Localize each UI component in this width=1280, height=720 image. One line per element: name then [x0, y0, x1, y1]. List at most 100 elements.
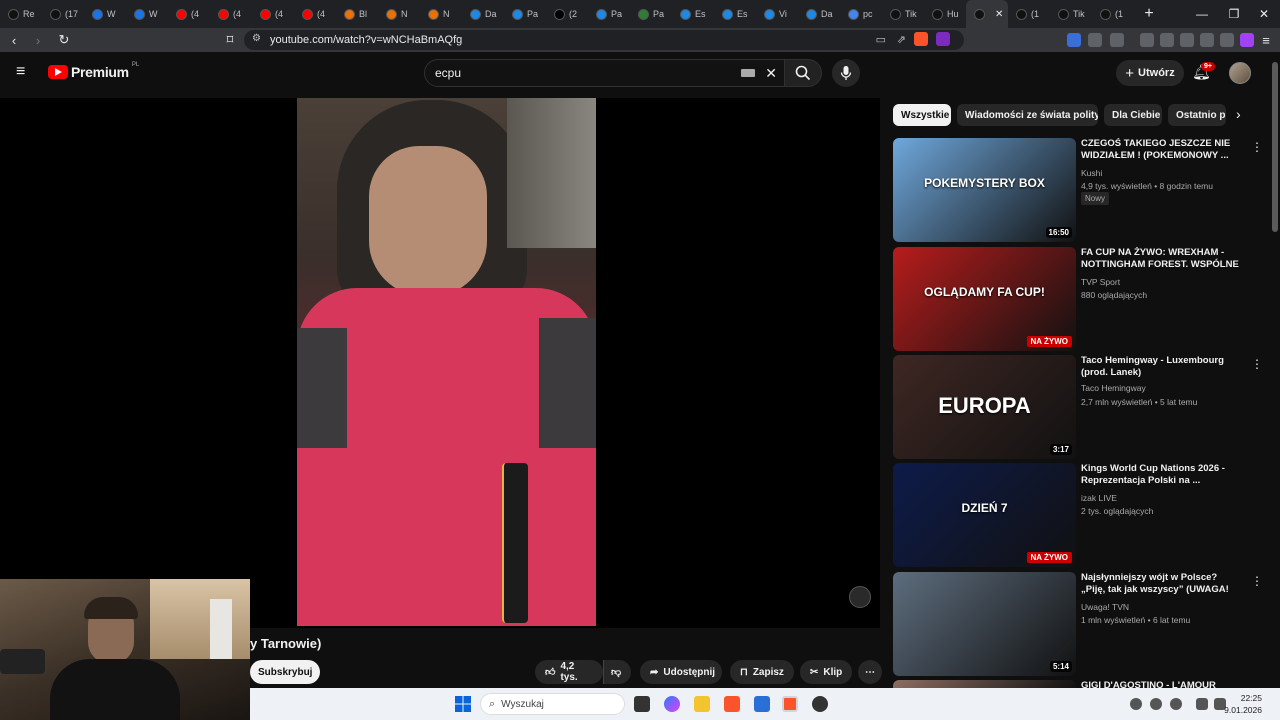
hamburger-icon[interactable]: ≡ — [16, 64, 25, 80]
browser-tab[interactable]: ✕ — [966, 0, 1008, 28]
extension-icon[interactable] — [1067, 33, 1081, 47]
channel-watermark-icon[interactable] — [849, 586, 871, 608]
more-options-icon[interactable]: ⋮ — [1251, 574, 1263, 588]
create-button[interactable]: + Utwórz — [1116, 60, 1184, 86]
address-bar[interactable]: ⚙ youtube.com/watch?v=wNCHaBmAQfg ▭ ⇗ — [244, 30, 964, 50]
tray-app-icon[interactable] — [1150, 698, 1162, 710]
recommendation-title[interactable]: GIGI D'AGOSTINO - L'AMOUR — [1081, 680, 1241, 688]
recommendation-title[interactable]: Kings World Cup Nations 2026 - Reprezent… — [1081, 463, 1241, 487]
brave-browser-icon[interactable] — [724, 696, 740, 712]
browser-tab[interactable]: Pa — [588, 0, 630, 28]
browser-tab[interactable]: Vi — [756, 0, 798, 28]
browser-tab[interactable]: (1 — [1008, 0, 1050, 28]
chip-all[interactable]: Wszystkie — [893, 104, 951, 126]
browser-tab[interactable]: Re — [0, 0, 42, 28]
brave-active-icon[interactable] — [782, 696, 798, 712]
video-thumbnail[interactable] — [893, 680, 1076, 688]
browser-tab[interactable]: W — [126, 0, 168, 28]
video-player[interactable] — [0, 98, 880, 628]
browser-tab[interactable]: Tik — [1050, 0, 1092, 28]
browser-tab[interactable]: (4 — [210, 0, 252, 28]
maximize-button[interactable]: ❐ — [1218, 0, 1250, 28]
channel-name[interactable]: Taco Hemingway — [1081, 383, 1146, 393]
site-info-icon[interactable]: ⚙ — [252, 33, 261, 44]
avatar[interactable] — [1229, 62, 1251, 84]
browser-tab[interactable]: Hu — [924, 0, 966, 28]
recommendation-item[interactable]: 5:14 Najsłynniejszy wójt w Polsce? „Piję,… — [893, 572, 1268, 676]
forward-icon[interactable]: › — [28, 30, 48, 50]
voice-search-button[interactable] — [832, 59, 860, 87]
browser-tab[interactable]: (4 — [294, 0, 336, 28]
scrollbar-track[interactable] — [1270, 52, 1280, 688]
start-button[interactable] — [455, 696, 471, 712]
cast-icon[interactable]: ▭ — [876, 33, 886, 46]
browser-tab[interactable]: Pa — [504, 0, 546, 28]
media-icon[interactable] — [1140, 33, 1154, 47]
video-thumbnail[interactable]: 5:14 — [893, 572, 1076, 676]
chips-next-icon[interactable]: › — [1236, 106, 1241, 122]
search-input[interactable]: ecpu ✕ — [424, 59, 786, 87]
browser-tab[interactable]: pc — [840, 0, 882, 28]
clear-search-icon[interactable]: ✕ — [765, 60, 777, 86]
video-thumbnail[interactable]: DZIEŃ 7 NA ŻYWO — [893, 463, 1076, 567]
chip-recent[interactable]: Ostatnio pr — [1168, 104, 1226, 126]
store-icon[interactable] — [754, 696, 770, 712]
close-tab-icon[interactable]: ✕ — [995, 9, 1003, 20]
vpn-icon[interactable] — [1220, 33, 1234, 47]
minimize-button[interactable]: — — [1186, 0, 1218, 28]
browser-tab[interactable]: (4 — [168, 0, 210, 28]
share-page-icon[interactable]: ⇗ — [897, 33, 906, 46]
video-thumbnail[interactable]: OGLĄDAMY FA CUP! NA ŻYWO — [893, 247, 1076, 351]
puzzle-icon[interactable] — [1088, 33, 1102, 47]
recommendation-item[interactable]: GIGI D'AGOSTINO - L'AMOUR — [893, 680, 1268, 688]
video-thumbnail[interactable]: POKEMYSTERY BOX 16:50 — [893, 138, 1076, 242]
browser-tab[interactable]: (1 — [1092, 0, 1134, 28]
tray-app-icon[interactable] — [1170, 698, 1182, 710]
new-tab-button[interactable]: + — [1134, 5, 1164, 23]
more-actions-button[interactable]: ⋯ — [858, 660, 882, 684]
recommendation-item[interactable]: POKEMYSTERY BOX 16:50 CZEGOŚ TAKIEGO JESZC… — [893, 138, 1268, 242]
browser-tab[interactable]: (2 — [546, 0, 588, 28]
chip-for-you[interactable]: Dla Ciebie — [1104, 104, 1162, 126]
browser-tab[interactable]: Bl — [336, 0, 378, 28]
network-icon[interactable] — [1196, 698, 1208, 710]
leo-icon[interactable] — [1200, 33, 1214, 47]
dislike-button[interactable]: 👎︎ — [603, 660, 631, 684]
profile-icon[interactable] — [1240, 33, 1254, 47]
channel-name[interactable]: izak LIVE — [1081, 493, 1117, 503]
browser-tab[interactable]: (17 — [42, 0, 84, 28]
browser-tab[interactable]: Da — [462, 0, 504, 28]
scrollbar-thumb[interactable] — [1272, 62, 1278, 232]
close-window-button[interactable]: ✕ — [1248, 0, 1280, 28]
recommendation-item[interactable]: DZIEŃ 7 NA ŻYWO Kings World Cup Nations 20… — [893, 463, 1268, 567]
keyboard-icon[interactable] — [741, 69, 755, 77]
channel-name[interactable]: Kushi — [1081, 168, 1102, 178]
channel-name[interactable]: Uwaga! TVN — [1081, 602, 1129, 612]
subscribe-button[interactable]: Subskrybuj — [250, 660, 321, 684]
copilot-icon[interactable] — [664, 696, 680, 712]
brave-rewards-icon[interactable] — [936, 32, 950, 46]
browser-tab[interactable]: N — [420, 0, 462, 28]
recommendation-item[interactable]: EUROPA 3:17 Taco Hemingway - Luxembourg (p… — [893, 355, 1268, 459]
video-thumbnail[interactable]: EUROPA 3:17 — [893, 355, 1076, 459]
browser-tab[interactable]: (4 — [252, 0, 294, 28]
search-button[interactable] — [784, 59, 822, 87]
recommendation-title[interactable]: FA CUP NA ŻYWO: WREXHAM - NOTTINGHAM FOR… — [1081, 247, 1241, 271]
chip-politics[interactable]: Wiadomości ze świata polityki — [957, 104, 1098, 126]
browser-tab[interactable]: Da — [798, 0, 840, 28]
recommendation-title[interactable]: Najsłynniejszy wójt w Polsce? „Piję, tak… — [1081, 572, 1241, 596]
more-options-icon[interactable]: ⋮ — [1251, 140, 1263, 154]
clip-button[interactable]: ✂ Klip — [800, 660, 852, 684]
browser-tab[interactable]: Pa — [630, 0, 672, 28]
browser-tab[interactable]: Es — [672, 0, 714, 28]
browser-tab[interactable]: Es — [714, 0, 756, 28]
bookmark-icon[interactable]: ⌑ — [220, 30, 240, 50]
back-icon[interactable]: ‹ — [4, 30, 24, 50]
youtube-logo[interactable]: Premium PL — [48, 62, 139, 80]
channel-name[interactable]: TVP Sport — [1081, 277, 1120, 287]
task-view-icon[interactable] — [634, 696, 650, 712]
sidebar-icon[interactable] — [1160, 33, 1174, 47]
wallet-icon[interactable] — [1180, 33, 1194, 47]
tray-app-icon[interactable] — [1130, 698, 1142, 710]
extension-icon[interactable] — [1110, 33, 1124, 47]
